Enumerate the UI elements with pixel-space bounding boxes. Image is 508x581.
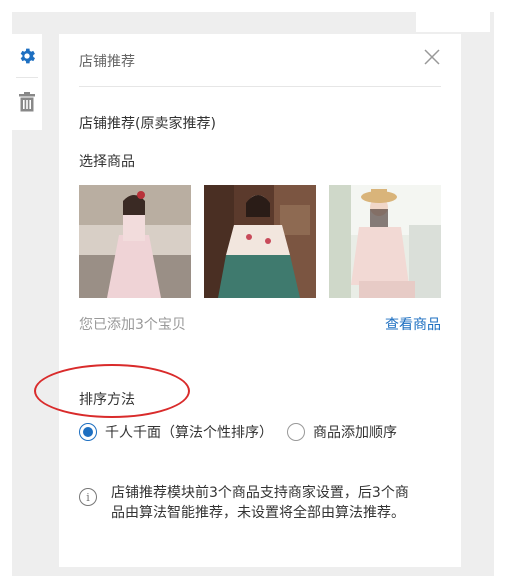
radio-checked[interactable] (79, 423, 97, 441)
view-products-link[interactable]: 查看商品 (385, 314, 441, 334)
settings-panel: 店铺推荐 店铺推荐(原卖家推荐) 选择商品 您已添加3个宝贝 查看商品 排序方法… (59, 34, 461, 567)
gear-icon (20, 48, 35, 64)
sort-option-label: 千人千面（算法个性排序） (105, 425, 273, 441)
added-count-text: 您已添加3个宝贝 (79, 317, 186, 333)
trash-icon (19, 92, 35, 112)
panel-header: 店铺推荐 (79, 34, 441, 87)
sort-method-options: 千人千面（算法个性排序） 商品添加顺序 (79, 422, 397, 442)
sort-option-label: 商品添加顺序 (313, 425, 397, 441)
delete-button[interactable] (12, 84, 42, 120)
sort-option-personalized[interactable]: 千人千面（算法个性排序） (79, 422, 273, 442)
info-text-line: 店铺推荐模块前3个商品支持商家设置，后3个商 (111, 485, 409, 501)
info-text-line: 品由算法智能推荐，未设置将全部由算法推荐。 (111, 505, 405, 521)
product-image-1[interactable] (79, 185, 191, 298)
top-card (416, 0, 490, 32)
side-toolbar (12, 34, 42, 130)
close-button[interactable] (423, 48, 441, 66)
toolbar-divider (16, 77, 38, 78)
product-image-3[interactable] (329, 185, 441, 298)
select-products-label: 选择商品 (79, 154, 135, 170)
radio-unchecked[interactable] (287, 423, 305, 441)
module-name: 店铺推荐(原卖家推荐) (79, 116, 216, 132)
info-text: 店铺推荐模块前3个商品支持商家设置，后3个商 品由算法智能推荐，未设置将全部由算… (111, 483, 441, 523)
close-icon (424, 49, 440, 65)
settings-button[interactable] (12, 38, 42, 74)
panel-title: 店铺推荐 (79, 54, 135, 70)
product-image-2[interactable] (204, 185, 316, 298)
product-thumbnails (79, 185, 441, 298)
annotation-ellipse (34, 364, 190, 418)
info-icon: i (79, 488, 97, 506)
sort-option-added-order[interactable]: 商品添加顺序 (287, 422, 397, 442)
